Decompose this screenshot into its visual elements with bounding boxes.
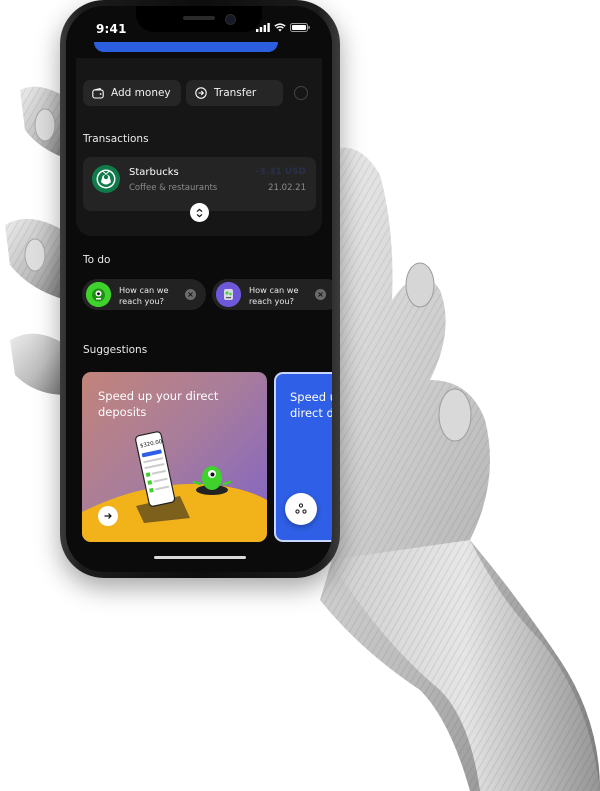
todo-avatar [86, 282, 111, 307]
transaction-date: 21.02.21 [268, 183, 306, 193]
battery-icon [290, 23, 310, 32]
wallet-icon [92, 87, 104, 99]
transfer-label: Transfer [214, 87, 257, 99]
monster-icon [86, 282, 111, 307]
arrow-circle-icon [195, 87, 207, 99]
dots-cluster-icon [295, 503, 307, 514]
todo-title: To do [83, 254, 111, 266]
add-money-button[interactable]: Add money [83, 80, 181, 106]
suggestion-card[interactable]: Speed up your direct deposits $320.00 [82, 372, 267, 542]
transfer-button[interactable]: Transfer [186, 80, 283, 106]
phone-illustration: $320.00 [135, 431, 232, 523]
arrow-right-icon [104, 513, 112, 519]
notch [136, 6, 262, 32]
suggestions-title: Suggestions [83, 344, 148, 356]
dismiss-todo-button[interactable]: × [315, 289, 326, 300]
transaction-merchant: Starbucks [129, 167, 179, 178]
dismiss-todo-button[interactable]: × [185, 289, 196, 300]
front-camera [225, 14, 236, 25]
floating-menu-button[interactable] [285, 493, 317, 525]
speaker [183, 16, 215, 20]
more-actions-button[interactable] [294, 86, 308, 100]
starbucks-logo-icon [92, 165, 120, 193]
suggestion-arrow-button[interactable] [98, 506, 118, 526]
todo-avatar [216, 282, 241, 307]
home-indicator[interactable] [154, 556, 246, 559]
transaction-category: Coffee & restaurants [129, 183, 218, 193]
status-time: 9:41 [96, 22, 127, 36]
todo-item[interactable]: How can we reach you? × [82, 279, 206, 310]
todo-item[interactable]: How can we reach you? × [212, 279, 332, 310]
wifi-icon [274, 23, 286, 32]
suggestion-card-title: Speed up your direct deposits [290, 390, 332, 420]
balance-card-edge [94, 42, 278, 52]
expand-transactions-button[interactable] [190, 203, 209, 222]
transaction-amount: -3.31 USD [255, 167, 306, 177]
add-money-label: Add money [111, 87, 171, 99]
character-icon [216, 282, 241, 307]
todo-text: How can we reach you? [119, 285, 169, 306]
suggestion-card-title: Speed up your direct deposits [98, 389, 219, 419]
status-icons [256, 23, 310, 32]
chevron-up-down-icon [196, 208, 203, 217]
phone-screen: 9:41 Add money Transfer Transactions Sta… [66, 6, 332, 572]
transactions-title: Transactions [83, 133, 149, 145]
todo-text: How can we reach you? [249, 285, 299, 306]
